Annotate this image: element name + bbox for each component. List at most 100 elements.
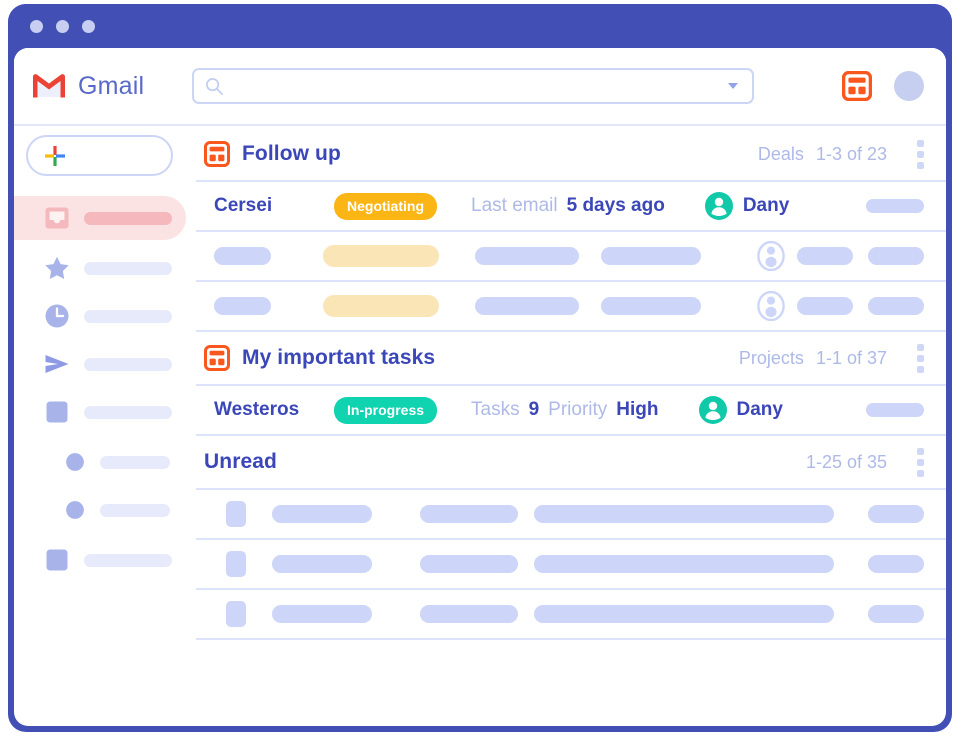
section-meta: Deals 1-3 of 23 bbox=[757, 139, 924, 169]
brand-name: Gmail bbox=[78, 71, 145, 100]
maximize-dot[interactable] bbox=[82, 19, 95, 33]
sidebar-item-2[interactable] bbox=[14, 294, 186, 338]
sidebar-item-label bbox=[84, 309, 172, 323]
section-range: 1-1 of 37 bbox=[815, 347, 887, 368]
assignee[interactable] bbox=[757, 241, 853, 271]
section-header-follow-up: Follow up Deals 1-3 of 23 bbox=[196, 128, 946, 182]
square-icon bbox=[46, 549, 68, 571]
sidebar-item-1[interactable] bbox=[14, 246, 186, 290]
row-name: Cersei bbox=[214, 195, 273, 216]
sidebar-item-label bbox=[84, 357, 172, 371]
status-badge[interactable]: Negotiating bbox=[334, 192, 437, 220]
grid-layout-icon bbox=[204, 345, 230, 371]
assignee-name: Dany bbox=[742, 195, 790, 216]
sidebar-item-label bbox=[84, 211, 172, 225]
skeleton-bar bbox=[797, 297, 853, 315]
sidebar-item-7[interactable] bbox=[14, 538, 186, 582]
skeleton-bar bbox=[601, 297, 701, 315]
window-titlebar bbox=[8, 4, 952, 48]
search-icon bbox=[206, 77, 223, 95]
table-row[interactable]: Cersei Negotiating Last email 5 days ago… bbox=[196, 182, 946, 232]
kebab-menu-icon[interactable] bbox=[917, 343, 924, 373]
sidebar-item-3[interactable] bbox=[14, 342, 186, 386]
circle-icon bbox=[66, 501, 84, 519]
person-avatar-teal bbox=[704, 192, 733, 220]
assignee-name: Dany bbox=[736, 399, 783, 420]
search-bar[interactable] bbox=[192, 68, 754, 104]
field-value: High bbox=[616, 399, 659, 420]
section-range: 1-3 of 23 bbox=[815, 143, 887, 164]
sidebar-item-label bbox=[84, 261, 172, 275]
skeleton-bar bbox=[534, 555, 834, 573]
clock-icon bbox=[45, 304, 69, 328]
square-icon bbox=[46, 401, 68, 423]
skeleton-bar bbox=[214, 297, 271, 315]
table-row[interactable] bbox=[196, 590, 946, 640]
row-trailing-placeholder bbox=[868, 297, 924, 315]
compose-button[interactable] bbox=[26, 135, 173, 176]
table-row[interactable]: Westeros In-progress Tasks 9 Priority Hig… bbox=[196, 386, 946, 436]
table-row[interactable] bbox=[196, 540, 946, 590]
minimize-dot[interactable] bbox=[56, 19, 69, 33]
person-avatar-outline bbox=[757, 241, 785, 271]
field-label: Tasks bbox=[471, 399, 520, 420]
section-source-label: Projects bbox=[738, 347, 804, 368]
assignee[interactable]: Dany bbox=[704, 192, 790, 220]
skeleton-bar bbox=[601, 247, 701, 265]
person-avatar-outline bbox=[757, 291, 785, 321]
status-badge[interactable]: In-progress bbox=[334, 396, 438, 424]
skeleton-bar bbox=[534, 505, 834, 523]
row-trailing-placeholder bbox=[868, 605, 924, 623]
circle-icon bbox=[66, 453, 84, 471]
table-row[interactable] bbox=[196, 490, 946, 540]
section-range: 1-25 of 35 bbox=[805, 451, 887, 472]
chevron-down-icon[interactable] bbox=[728, 83, 738, 89]
section-title: My important tasks bbox=[242, 346, 436, 369]
sidebar bbox=[14, 128, 196, 726]
kebab-menu-icon[interactable] bbox=[917, 139, 924, 169]
assignee[interactable]: Dany bbox=[698, 396, 783, 424]
row-checkbox[interactable] bbox=[226, 551, 246, 577]
inbox-icon bbox=[45, 207, 69, 229]
table-row[interactable] bbox=[196, 232, 946, 282]
person-avatar-teal bbox=[698, 396, 727, 424]
skeleton-bar bbox=[420, 555, 518, 573]
row-trailing-placeholder bbox=[868, 555, 924, 573]
field-label: Last email bbox=[471, 195, 558, 216]
sidebar-item-6[interactable] bbox=[14, 488, 186, 532]
row-checkbox[interactable] bbox=[226, 601, 246, 627]
user-avatar[interactable] bbox=[894, 71, 924, 101]
assignee[interactable] bbox=[757, 291, 853, 321]
sidebar-item-label bbox=[84, 553, 172, 567]
search-input[interactable] bbox=[224, 70, 728, 102]
row-name: Westeros bbox=[214, 399, 300, 420]
grid-layout-icon bbox=[204, 141, 230, 167]
close-dot[interactable] bbox=[30, 19, 43, 33]
content-area: Follow up Deals 1-3 of 23 Cersei Negotia… bbox=[196, 128, 946, 726]
gmail-header: Gmail bbox=[14, 48, 946, 126]
section-meta: Projects 1-1 of 37 bbox=[738, 343, 924, 373]
brand[interactable]: Gmail bbox=[32, 72, 184, 101]
grid-layout-icon[interactable] bbox=[842, 71, 872, 101]
section-header-unread: Unread 1-25 of 35 bbox=[196, 436, 946, 490]
table-row[interactable] bbox=[196, 282, 946, 332]
sidebar-item-4[interactable] bbox=[14, 390, 186, 434]
skeleton-bar bbox=[420, 505, 518, 523]
star-icon bbox=[45, 256, 69, 279]
sidebar-item-label bbox=[100, 455, 170, 469]
section-source-label: Deals bbox=[757, 143, 804, 164]
field-value: 5 days ago bbox=[566, 195, 665, 216]
row-trailing-placeholder bbox=[866, 403, 924, 417]
skeleton-bar bbox=[214, 247, 271, 265]
row-checkbox[interactable] bbox=[226, 501, 246, 527]
row-trailing-placeholder bbox=[868, 247, 924, 265]
sidebar-item-label bbox=[84, 405, 172, 419]
sidebar-item-5[interactable] bbox=[14, 440, 186, 484]
section-title: Unread bbox=[204, 450, 277, 473]
sidebar-item-0[interactable] bbox=[14, 196, 186, 240]
send-icon bbox=[45, 355, 69, 373]
header-actions bbox=[842, 71, 924, 101]
kebab-menu-icon[interactable] bbox=[917, 447, 924, 477]
skeleton-bar bbox=[272, 555, 372, 573]
section-header-my-important-tasks: My important tasks Projects 1-1 of 37 bbox=[196, 332, 946, 386]
